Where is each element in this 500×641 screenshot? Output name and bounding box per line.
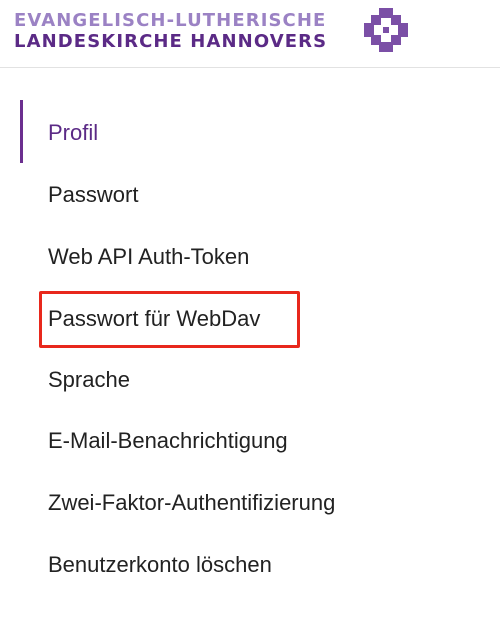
- logo[interactable]: EVANGELISCH-LUTHERISCHE LANDESKIRCHE HAN…: [14, 10, 327, 52]
- logo-line-1: EVANGELISCH-LUTHERISCHE: [14, 10, 327, 31]
- page-header: EVANGELISCH-LUTHERISCHE LANDESKIRCHE HAN…: [0, 0, 500, 68]
- nav-item-benutzerkonto-loeschen[interactable]: Benutzerkonto löschen: [48, 545, 272, 585]
- cross-icon: [364, 8, 408, 52]
- nav-item-profil[interactable]: Profil: [48, 113, 98, 153]
- nav-item-email-benachrichtigung[interactable]: E-Mail-Benachrichtigung: [48, 421, 288, 461]
- nav-item-passwort-webdav[interactable]: Passwort für WebDav: [48, 299, 260, 339]
- logo-line-2: LANDESKIRCHE HANNOVERS: [14, 31, 328, 52]
- nav-item-zwei-faktor[interactable]: Zwei-Faktor-Authentifizierung: [48, 483, 335, 523]
- nav-item-web-api-auth-token[interactable]: Web API Auth-Token: [48, 237, 249, 277]
- nav-item-sprache[interactable]: Sprache: [48, 360, 130, 400]
- nav-item-passwort[interactable]: Passwort: [48, 175, 138, 215]
- active-indicator: [20, 100, 23, 163]
